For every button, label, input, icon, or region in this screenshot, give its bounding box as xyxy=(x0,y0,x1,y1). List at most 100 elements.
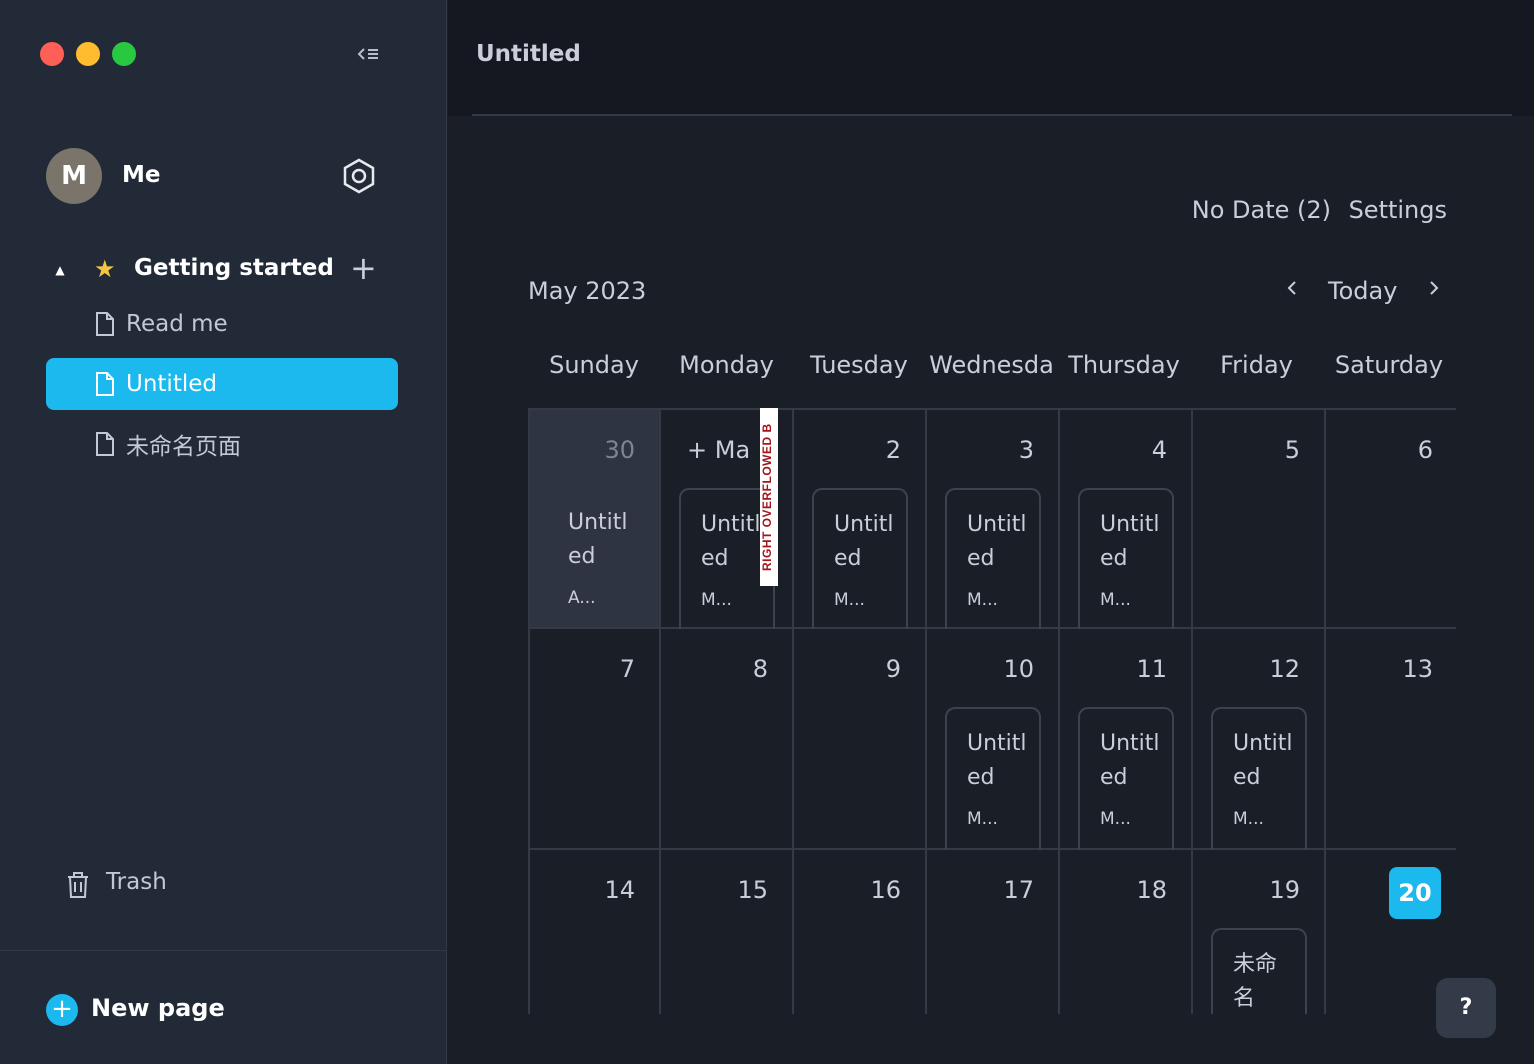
caret-up-icon[interactable]: ▲ xyxy=(50,260,70,280)
event-card[interactable]: Untitled M... xyxy=(945,488,1041,631)
header: Untitled xyxy=(448,0,1534,116)
minimize-window-button[interactable] xyxy=(76,42,100,66)
today-button[interactable]: Today xyxy=(1328,277,1397,305)
day-number: 3 xyxy=(1018,436,1034,464)
calendar-day-cell[interactable]: 18 xyxy=(1060,850,1193,1014)
day-number: 18 xyxy=(1136,876,1167,904)
event-card[interactable]: Untitled A... xyxy=(548,488,644,631)
day-number: 14 xyxy=(604,876,635,904)
chevron-left-icon[interactable] xyxy=(1284,276,1300,306)
day-number: 15 xyxy=(737,876,768,904)
document-icon xyxy=(96,372,114,396)
calendar-day-cell[interactable]: 3 Untitled M... xyxy=(927,408,1060,631)
event-title: 未命名 xyxy=(1233,952,1278,1011)
no-date-button[interactable]: No Date (2) xyxy=(1192,196,1331,224)
day-number: 12 xyxy=(1269,655,1300,683)
calendar-day-cell[interactable]: 14 xyxy=(528,850,661,1014)
weekday-label: Wednesda xyxy=(929,351,1054,379)
star-icon: ★ xyxy=(94,255,116,283)
new-page-label: New page xyxy=(91,994,225,1022)
event-card[interactable]: Untitled M... xyxy=(1078,707,1174,850)
event-meta: M... xyxy=(1100,809,1131,829)
add-event-button[interactable]: + Ma xyxy=(687,436,750,464)
event-meta: M... xyxy=(967,809,998,829)
day-number: 17 xyxy=(1003,876,1034,904)
event-card[interactable]: Untitled M... xyxy=(1211,707,1307,850)
weekday-label: Monday xyxy=(679,351,774,379)
event-card[interactable]: 未命名 xyxy=(1211,928,1307,1014)
chevron-right-icon[interactable] xyxy=(1426,276,1442,306)
gear-icon[interactable] xyxy=(340,157,378,195)
sidebar: M Me ▲ ★ Getting started + Read me Untit… xyxy=(0,0,447,1064)
section-getting-started[interactable]: ▲ ★ Getting started + xyxy=(50,250,390,290)
event-title: Untitled xyxy=(1233,731,1293,790)
trash-button[interactable]: Trash xyxy=(64,864,264,904)
add-page-icon[interactable]: + xyxy=(350,252,377,284)
event-title: Untitled xyxy=(967,512,1027,571)
day-number: 10 xyxy=(1003,655,1034,683)
page-title: Untitled xyxy=(476,41,581,67)
calendar-day-cell[interactable]: 6 xyxy=(1326,408,1456,629)
event-title: Untitled xyxy=(834,512,894,571)
day-number: 4 xyxy=(1151,436,1167,464)
main-area: Untitled No Date (2) Settings May 2023 T… xyxy=(448,0,1534,1064)
close-window-button[interactable] xyxy=(40,42,64,66)
calendar-day-cell[interactable]: 2 Untitled M... xyxy=(794,408,927,631)
sidebar-item-label: Read me xyxy=(126,311,228,337)
sidebar-item-untitled[interactable]: Untitled xyxy=(46,358,398,410)
day-number: 16 xyxy=(870,876,901,904)
calendar-day-cell[interactable]: 8 xyxy=(661,629,794,850)
event-title: Untitled xyxy=(1100,512,1160,571)
calendar-day-cell[interactable]: 13 xyxy=(1326,629,1456,850)
day-number: 9 xyxy=(885,655,901,683)
weekday-label: Thursday xyxy=(1068,351,1180,379)
calendar-day-cell[interactable]: 10 Untitled M... xyxy=(927,629,1060,850)
window-controls xyxy=(40,42,136,66)
day-number: 5 xyxy=(1284,436,1300,464)
calendar-day-cell[interactable]: 30 Untitled A... xyxy=(528,408,661,629)
event-meta: A... xyxy=(568,588,596,608)
day-number: 2 xyxy=(885,436,901,464)
sidebar-item-unnamed-page[interactable]: 未命名页面 xyxy=(46,418,398,470)
weekday-label: Saturday xyxy=(1334,351,1444,379)
calendar-day-cell[interactable]: 5 xyxy=(1193,408,1326,629)
calendar-day-cell[interactable]: 15 xyxy=(661,850,794,1014)
calendar-day-cell[interactable]: 12 Untitled M... xyxy=(1193,629,1326,850)
calendar-view: No Date (2) Settings May 2023 Today Sund… xyxy=(448,116,1534,1064)
sidebar-item-read-me[interactable]: Read me xyxy=(46,298,398,350)
calendar-day-cell[interactable]: 19 未命名 xyxy=(1193,850,1326,1014)
calendar-day-cell[interactable]: 7 xyxy=(528,629,661,850)
day-number: 8 xyxy=(752,655,768,683)
day-number: 7 xyxy=(619,655,635,683)
calendar-day-cell[interactable]: 17 xyxy=(927,850,1060,1014)
event-meta: M... xyxy=(701,590,732,610)
user-name: Me xyxy=(122,162,161,188)
calendar-day-cell[interactable]: 11 Untitled M... xyxy=(1060,629,1193,850)
event-meta: M... xyxy=(834,590,865,610)
event-meta: M... xyxy=(1233,809,1264,829)
user-profile[interactable]: M Me xyxy=(46,148,386,204)
event-title: Untitled xyxy=(568,510,628,569)
calendar-settings-button[interactable]: Settings xyxy=(1349,196,1447,224)
new-page-button[interactable]: + New page xyxy=(46,992,306,1028)
event-card[interactable]: Untitled M... xyxy=(945,707,1041,850)
today-day-number: 20 xyxy=(1389,867,1441,919)
sidebar-item-label: 未命名页面 xyxy=(126,434,241,460)
event-card[interactable]: Untitled M... xyxy=(812,488,908,631)
calendar-day-cell[interactable]: 4 Untitled M... xyxy=(1060,408,1193,631)
collapse-sidebar-icon[interactable] xyxy=(356,44,382,66)
event-title: Untitled xyxy=(1100,731,1160,790)
maximize-window-button[interactable] xyxy=(112,42,136,66)
event-title: Untitled xyxy=(967,731,1027,790)
calendar-day-cell[interactable]: 16 xyxy=(794,850,927,1014)
calendar-grid: 30 Untitled A... + Ma Untitled M... 2 Untitled M… xyxy=(528,408,1456,1014)
weekday-header: Sunday Monday Tuesday Wednesda Thursday Frida… xyxy=(528,351,1456,391)
sidebar-item-label: Untitled xyxy=(126,371,217,397)
help-button[interactable]: ? xyxy=(1436,978,1496,1038)
weekday-label: Friday xyxy=(1220,351,1293,379)
document-icon xyxy=(96,312,114,336)
calendar-day-cell[interactable]: 9 xyxy=(794,629,927,850)
trash-label: Trash xyxy=(106,869,167,895)
event-card[interactable]: Untitled M... xyxy=(1078,488,1174,631)
weekday-label: Sunday xyxy=(549,351,639,379)
